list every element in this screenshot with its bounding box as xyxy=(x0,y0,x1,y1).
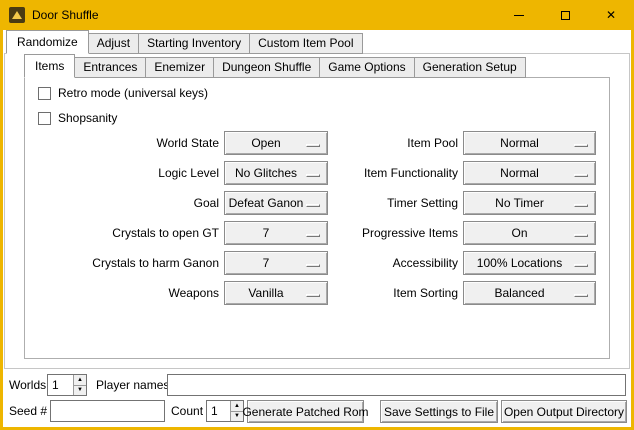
dropdown-logic-level-value: No Glitches xyxy=(227,162,305,184)
app-icon xyxy=(9,7,25,23)
crystals-open-gt-label: Crystals to open GT xyxy=(25,221,219,245)
item-functionality-label: Item Functionality xyxy=(305,161,458,185)
dropdown-indicator-icon xyxy=(574,264,588,267)
minimize-icon xyxy=(514,15,524,16)
count-spinner[interactable]: 1 ▲ ▼ xyxy=(206,400,244,422)
count-label: Count xyxy=(171,400,203,422)
checkbox-retro-mode[interactable] xyxy=(38,87,51,100)
settings-row: Weapons Vanilla Item Sorting Balanced xyxy=(25,281,609,306)
dropdown-weapons-value: Vanilla xyxy=(227,282,305,304)
checkbox-shopsanity[interactable] xyxy=(38,112,51,125)
progressive-items-label: Progressive Items xyxy=(305,221,458,245)
dropdown-indicator-icon xyxy=(574,294,588,297)
shopsanity-row: Shopsanity xyxy=(38,111,117,125)
tab-custom-item-pool[interactable]: Custom Item Pool xyxy=(249,33,362,54)
tab-entrances[interactable]: Entrances xyxy=(74,57,146,78)
close-button[interactable]: ✕ xyxy=(588,0,634,30)
seed-label: Seed # xyxy=(9,400,47,422)
spinner-down-icon[interactable]: ▼ xyxy=(231,411,243,422)
client-area: Randomize Adjust Starting Inventory Cust… xyxy=(3,30,631,427)
dropdown-indicator-icon xyxy=(574,234,588,237)
caption-buttons: ✕ xyxy=(496,0,634,30)
count-spinner-buttons: ▲ ▼ xyxy=(230,401,243,421)
settings-row: World State Open Item Pool Normal xyxy=(25,131,609,156)
dropdown-accessibility[interactable]: 100% Locations xyxy=(463,251,596,275)
tab-starting-inventory[interactable]: Starting Inventory xyxy=(138,33,250,54)
open-output-directory-button[interactable]: Open Output Directory xyxy=(501,400,627,423)
logic-level-label: Logic Level xyxy=(25,161,219,185)
main-tabstrip: Randomize Adjust Starting Inventory Cust… xyxy=(6,30,362,54)
dropdown-item-functionality[interactable]: Normal xyxy=(463,161,596,185)
spinner-down-icon[interactable]: ▼ xyxy=(74,385,86,396)
worlds-spinner[interactable]: 1 ▲ ▼ xyxy=(47,374,87,396)
dropdown-indicator-icon xyxy=(574,204,588,207)
dropdown-item-pool[interactable]: Normal xyxy=(463,131,596,155)
tab-generation-setup[interactable]: Generation Setup xyxy=(414,57,526,78)
tab-items[interactable]: Items xyxy=(24,54,75,78)
maximize-icon xyxy=(561,11,570,20)
dropdown-timer-setting[interactable]: No Timer xyxy=(463,191,596,215)
close-icon: ✕ xyxy=(606,9,616,21)
tab-enemizer[interactable]: Enemizer xyxy=(145,57,214,78)
timer-setting-label: Timer Setting xyxy=(305,191,458,215)
item-pool-label: Item Pool xyxy=(305,131,458,155)
worlds-label: Worlds xyxy=(9,374,46,396)
count-spinner-value: 1 xyxy=(211,401,218,421)
window: Door Shuffle ✕ Randomize Adjust Starting… xyxy=(0,0,634,430)
dropdown-indicator-icon xyxy=(574,144,588,147)
tab-adjust[interactable]: Adjust xyxy=(88,33,139,54)
titlebar[interactable]: Door Shuffle ✕ xyxy=(0,0,634,30)
checkbox-shopsanity-label: Shopsanity xyxy=(58,111,117,125)
crystals-harm-ganon-label: Crystals to harm Ganon xyxy=(25,251,219,275)
player-names-label: Player names xyxy=(96,374,169,396)
dropdown-item-pool-value: Normal xyxy=(466,132,573,154)
world-state-label: World State xyxy=(25,131,219,155)
sub-tabstrip: Items Entrances Enemizer Dungeon Shuffle… xyxy=(24,54,525,78)
worlds-spinner-buttons: ▲ ▼ xyxy=(73,375,86,395)
app-icon-glyph xyxy=(12,11,22,19)
settings-row: Goal Defeat Ganon Timer Setting No Timer xyxy=(25,191,609,216)
dropdown-goal-value: Defeat Ganon xyxy=(227,192,305,214)
weapons-label: Weapons xyxy=(25,281,219,305)
player-names-input[interactable] xyxy=(167,374,626,396)
dropdown-indicator-icon xyxy=(574,174,588,177)
retro-mode-row: Retro mode (universal keys) xyxy=(38,86,208,100)
dropdown-crystals-harm-ganon-value: 7 xyxy=(227,252,305,274)
maximize-button[interactable] xyxy=(542,0,588,30)
settings-row: Logic Level No Glitches Item Functionali… xyxy=(25,161,609,186)
dropdown-item-sorting-value: Balanced xyxy=(466,282,573,304)
dropdown-accessibility-value: 100% Locations xyxy=(466,252,573,274)
seed-input[interactable] xyxy=(50,400,165,422)
spinner-up-icon[interactable]: ▲ xyxy=(74,375,86,385)
window-title: Door Shuffle xyxy=(32,8,99,22)
item-sorting-label: Item Sorting xyxy=(305,281,458,305)
dropdown-item-functionality-value: Normal xyxy=(466,162,573,184)
dropdown-timer-setting-value: No Timer xyxy=(466,192,573,214)
generate-patched-rom-button[interactable]: Generate Patched Rom xyxy=(247,400,364,423)
dropdown-item-sorting[interactable]: Balanced xyxy=(463,281,596,305)
goal-label: Goal xyxy=(25,191,219,215)
save-settings-button[interactable]: Save Settings to File xyxy=(380,400,498,423)
items-pane: Retro mode (universal keys) Shopsanity W… xyxy=(24,77,610,359)
accessibility-label: Accessibility xyxy=(305,251,458,275)
worlds-spinner-value: 1 xyxy=(52,375,59,395)
dropdown-crystals-open-gt-value: 7 xyxy=(227,222,305,244)
checkbox-retro-mode-label: Retro mode (universal keys) xyxy=(58,86,208,100)
spinner-up-icon[interactable]: ▲ xyxy=(231,401,243,411)
minimize-button[interactable] xyxy=(496,0,542,30)
settings-row: Crystals to open GT 7 Progressive Items … xyxy=(25,221,609,246)
tab-game-options[interactable]: Game Options xyxy=(319,57,414,78)
dropdown-world-state-value: Open xyxy=(227,132,305,154)
settings-row: Crystals to harm Ganon 7 Accessibility 1… xyxy=(25,251,609,276)
tab-dungeon-shuffle[interactable]: Dungeon Shuffle xyxy=(213,57,320,78)
dropdown-progressive-items-value: On xyxy=(466,222,573,244)
tab-randomize[interactable]: Randomize xyxy=(6,30,89,54)
dropdown-progressive-items[interactable]: On xyxy=(463,221,596,245)
